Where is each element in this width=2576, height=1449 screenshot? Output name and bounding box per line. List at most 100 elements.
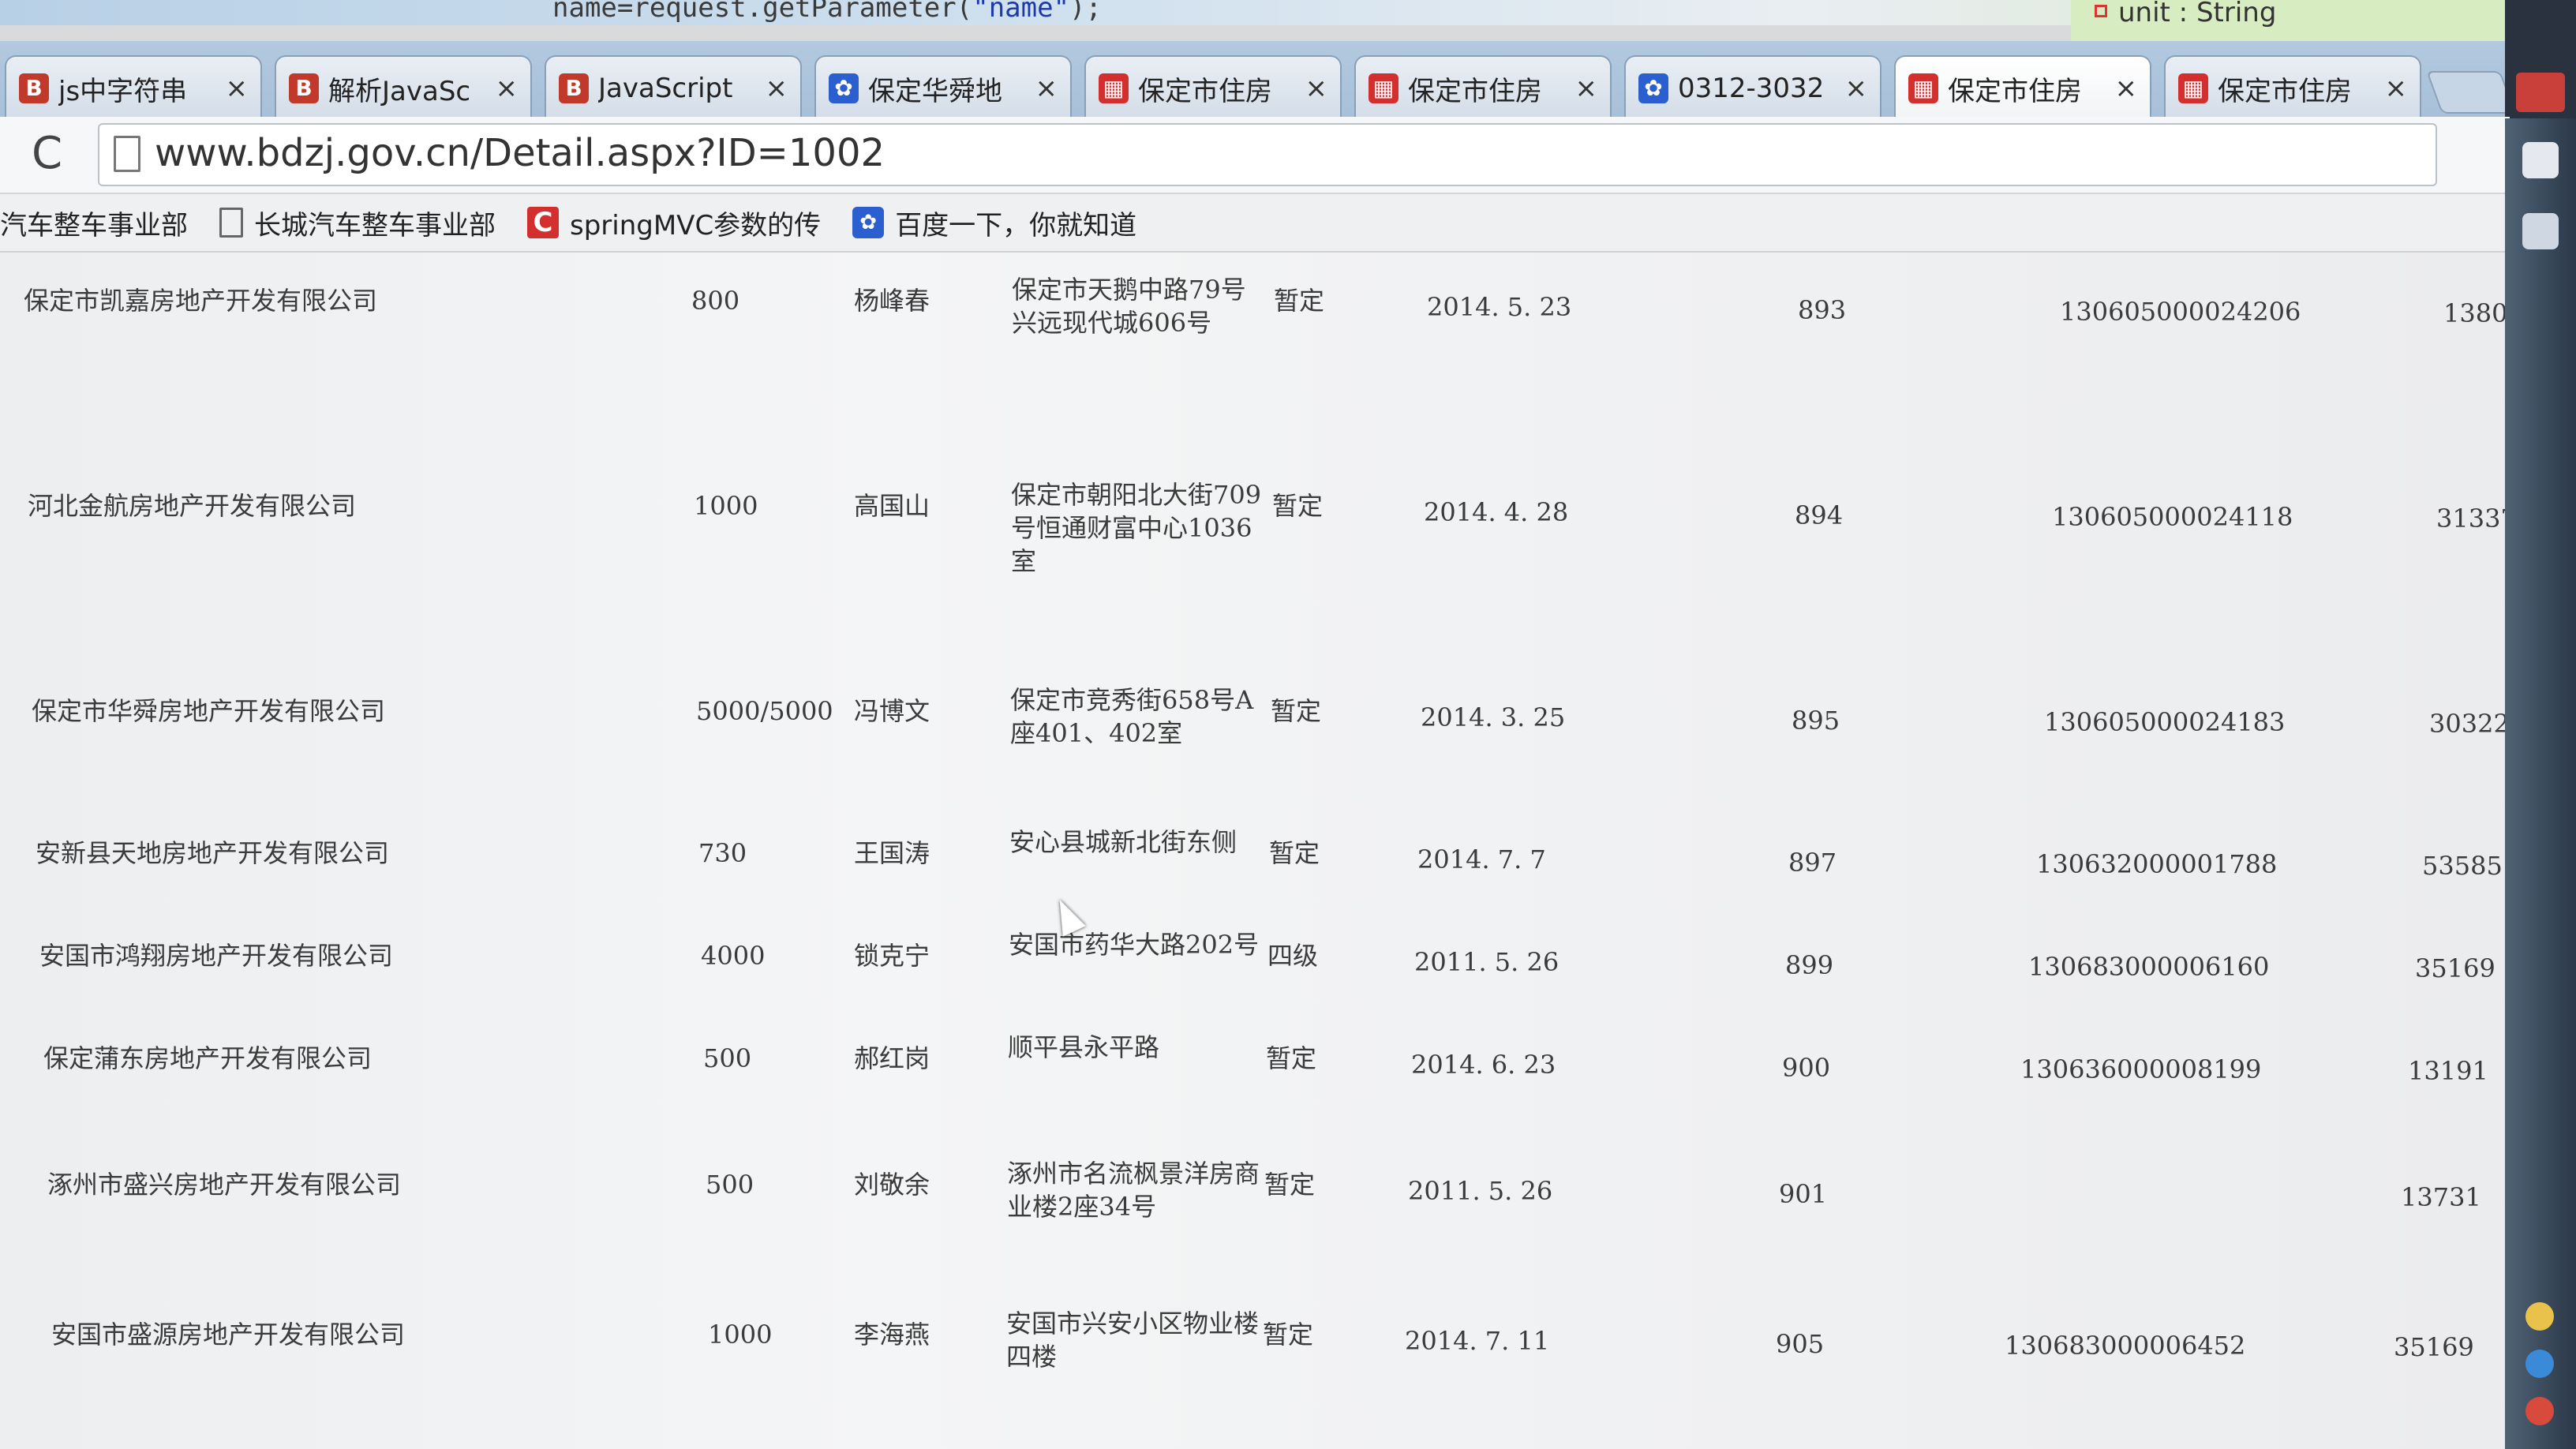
browser-tab[interactable]: ✿ 保定华舜地 × xyxy=(814,55,1072,120)
page-icon xyxy=(114,136,140,172)
tray-ie-icon[interactable] xyxy=(2525,1350,2554,1378)
tab-label: 保定市住房 xyxy=(1138,75,1272,107)
address-cell: 安国市兴安小区物业楼四楼 xyxy=(1006,1309,1260,1372)
url-text[interactable]: www.bdzj.gov.cn/Detail.aspx?ID=1002 xyxy=(155,131,885,175)
address-bar[interactable]: www.bdzj.gov.cn/Detail.aspx?ID=1002 xyxy=(98,123,2437,186)
date-cell: 2014. 3. 25 xyxy=(1421,702,1566,732)
page-icon xyxy=(219,208,243,238)
phone-cell: 31337 xyxy=(2436,504,2510,534)
tab-favicon-icon: B xyxy=(559,73,589,103)
tab-label: 保定市住房 xyxy=(2218,75,2352,107)
bookmark-label: 长城汽车整车事业部 xyxy=(254,209,496,242)
new-tab-button[interactable] xyxy=(2426,71,2516,114)
browser-tab[interactable]: ▦ 保定市住房 × xyxy=(1354,55,1612,120)
reload-icon[interactable]: C xyxy=(32,128,62,179)
tray-network-icon[interactable] xyxy=(2525,1302,2554,1331)
date-cell: 2014. 5. 23 xyxy=(1427,292,1572,322)
legal-person-cell: 冯博文 xyxy=(854,696,930,726)
qualification-grade-cell: 暂定 xyxy=(1272,491,1324,521)
phone-cell: 13191 xyxy=(2408,1056,2488,1086)
tab-close-icon[interactable]: × xyxy=(766,73,788,104)
tab-label: 保定市住房 xyxy=(1948,75,2082,107)
tab-close-icon[interactable]: × xyxy=(496,73,519,104)
company-name-cell: 安国市盛源房地产开发有限公司 xyxy=(51,1320,406,1350)
browser-tab-strip: Bjs中字符串 × B 解析JavaSc × B JavaScript × ✿ 保定华舜地 × ▦ 保定… xyxy=(0,41,2516,120)
tab-label: 解析JavaSc xyxy=(328,75,471,107)
capital-cell: 500 xyxy=(703,1043,752,1073)
phone-cell: 35169 xyxy=(2394,1332,2474,1362)
window-close-button[interactable] xyxy=(2516,73,2565,112)
legal-person-cell: 刘敬余 xyxy=(854,1170,930,1200)
bookmark-item[interactable]: 汽车整车事业部 xyxy=(0,204,188,242)
bookmark-c-icon: C xyxy=(527,207,559,238)
editor-code-line: name=request.getParameter("name"); xyxy=(552,0,1102,24)
date-cell: 2014. 7. 7 xyxy=(1417,844,1546,874)
bookmarks-bar: 汽车整车事业部 长城汽车整车事业部 CspringMVC参数的传 ✿ 百度一下，你就知道 xyxy=(0,194,2510,253)
qualification-grade-cell: 四级 xyxy=(1267,941,1319,971)
baidu-paw-icon: ✿ xyxy=(852,207,885,238)
certificate-number-cell: 897 xyxy=(1788,848,1837,878)
registration-number-cell: 130605000024206 xyxy=(2060,297,2301,327)
legal-person-cell: 王国涛 xyxy=(854,838,930,868)
address-cell: 保定市天鹅中路79号兴远现代城606号 xyxy=(1012,275,1246,338)
certificate-number-cell: 899 xyxy=(1785,950,1834,980)
tab-label: 保定华舜地 xyxy=(868,75,1002,107)
bookmark-item[interactable]: ✿ 百度一下，你就知道 xyxy=(852,204,1136,242)
phone-cell: 35169 xyxy=(2415,953,2496,983)
tab-favicon-icon: ✿ xyxy=(1638,73,1668,103)
taskbar-app-icon[interactable] xyxy=(2522,213,2559,249)
certificate-number-cell: 894 xyxy=(1795,500,1844,530)
bookmark-item[interactable]: 长城汽车整车事业部 xyxy=(219,204,496,242)
field-icon xyxy=(2095,5,2107,17)
tab-favicon-icon: ▦ xyxy=(1099,73,1129,103)
company-name-cell: 安国市鸿翔房地产开发有限公司 xyxy=(39,941,394,971)
tab-close-icon[interactable]: × xyxy=(2115,73,2138,104)
certificate-number-cell: 893 xyxy=(1798,295,1847,325)
capital-cell: 4000 xyxy=(701,941,766,971)
code-text-end: ); xyxy=(1069,0,1102,24)
bookmark-label: 汽车整车事业部 xyxy=(0,209,188,242)
phone-cell: 13803 xyxy=(2443,298,2510,328)
tab-close-icon[interactable]: × xyxy=(1305,73,1328,104)
browser-tab[interactable]: Bjs中字符串 × xyxy=(5,55,262,120)
certificate-number-cell: 901 xyxy=(1779,1179,1828,1209)
browser-tab[interactable]: ▦ 保定市住房 × xyxy=(2164,55,2421,120)
outline-field-label: unit : String xyxy=(2118,0,2277,28)
legal-person-cell: 李海燕 xyxy=(854,1320,930,1350)
phone-cell: 13731 xyxy=(2401,1182,2481,1212)
address-cell: 安国市药华大路202号 xyxy=(1009,930,1260,960)
capital-cell: 1000 xyxy=(708,1320,773,1350)
company-name-cell: 涿州市盛兴房地产开发有限公司 xyxy=(47,1170,402,1200)
tab-favicon-icon: ✿ xyxy=(829,73,859,103)
tab-favicon-icon: ▦ xyxy=(1908,73,1938,103)
browser-tab[interactable]: ▦ 保定市住房 × xyxy=(1894,55,2151,120)
tab-close-icon[interactable]: × xyxy=(226,73,249,104)
browser-tab[interactable]: ✿ 0312-3032 × xyxy=(1624,55,1881,120)
tab-close-icon[interactable]: × xyxy=(1035,73,1058,104)
code-string: "name" xyxy=(972,0,1070,24)
qualification-grade-cell: 暂定 xyxy=(1266,1043,1317,1073)
tab-close-icon[interactable]: × xyxy=(1575,73,1598,104)
capital-cell: 800 xyxy=(691,286,740,316)
registration-number-cell: 130605000024183 xyxy=(2044,707,2286,737)
address-cell: 涿州市名流枫景洋房商业楼2座34号 xyxy=(1007,1159,1260,1222)
company-name-cell: 安新县天地房地产开发有限公司 xyxy=(36,838,390,868)
legal-person-cell: 高国山 xyxy=(854,491,930,521)
qualification-grade-cell: 暂定 xyxy=(1274,286,1325,316)
tab-favicon-icon: ▦ xyxy=(1368,73,1398,103)
taskbar-app-icon[interactable] xyxy=(2522,142,2559,178)
certificate-number-cell: 900 xyxy=(1782,1053,1831,1083)
tab-close-icon[interactable]: × xyxy=(2385,73,2408,104)
tray-volume-icon[interactable] xyxy=(2525,1397,2554,1425)
qualification-grade-cell: 暂定 xyxy=(1264,1170,1316,1200)
browser-tab[interactable]: B JavaScript × xyxy=(545,55,802,120)
browser-tab[interactable]: ▦ 保定市住房 × xyxy=(1084,55,1342,120)
company-name-cell: 保定市华舜房地产开发有限公司 xyxy=(32,696,386,726)
browser-tab[interactable]: B 解析JavaSc × xyxy=(275,55,532,120)
bookmark-item[interactable]: CspringMVC参数的传 xyxy=(527,204,821,242)
address-cell: 顺平县永平路 xyxy=(1008,1032,1160,1062)
screen: name=request.getParameter("name"); unit … xyxy=(0,0,2576,1449)
tab-close-icon[interactable]: × xyxy=(1845,73,1868,104)
registration-number-cell: 130632000001788 xyxy=(2036,849,2278,879)
certificate-number-cell: 895 xyxy=(1792,706,1840,736)
